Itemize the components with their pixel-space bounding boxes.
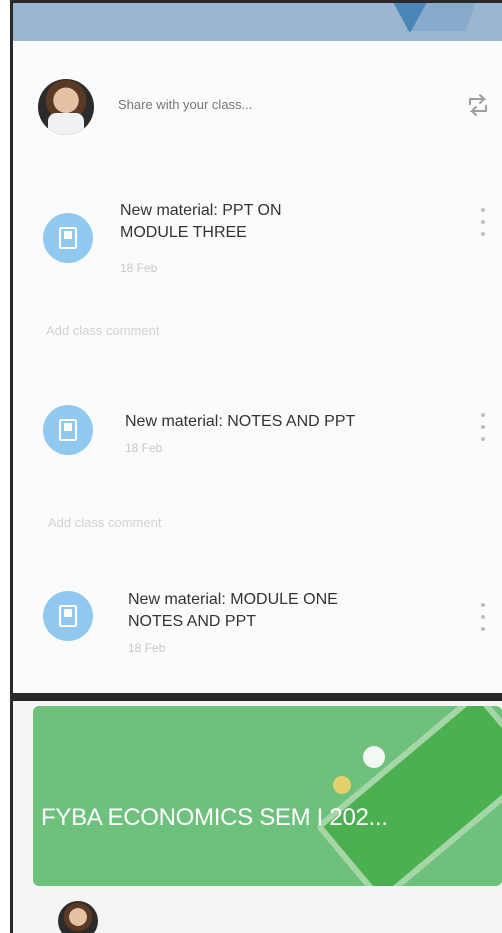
more-vert-icon[interactable] [480,603,486,631]
add-class-comment[interactable]: Add class comment [48,515,161,530]
material-doc-icon [43,591,93,641]
post-title-line: NOTES AND PPT [128,613,257,630]
post-title-line: New material: NOTES AND PPT [125,413,356,430]
user-avatar[interactable] [38,79,94,135]
screenshot-divider [13,693,502,701]
post-title: New material: PPT ON MODULE THREE [120,200,282,244]
class-header-banner [13,3,502,41]
share-row [13,73,502,153]
material-doc-icon [43,405,93,455]
class-card-title: FYBA ECONOMICS SEM I 202... [41,804,388,831]
share-input[interactable] [118,97,368,112]
more-vert-icon[interactable] [480,413,486,441]
post-date: 18 Feb [128,641,166,655]
class-stream-panel: New material: PPT ON MODULE THREE 18 Feb… [13,3,502,693]
post-date: 18 Feb [120,261,158,275]
coin-illustration [363,746,385,768]
class-list-panel: FYBA ECONOMICS SEM I 202... [13,701,502,933]
class-card[interactable]: FYBA ECONOMICS SEM I 202... [33,706,502,886]
material-doc-icon [43,213,93,263]
banner-decoration [388,3,432,33]
user-avatar[interactable] [58,901,98,933]
stream-post[interactable]: New material: NOTES AND PPT 18 Feb [13,398,502,478]
coin-illustration [333,776,351,794]
post-title-line: New material: PPT ON [120,202,282,219]
stream-post[interactable]: New material: MODULE ONE NOTES AND PPT 1… [13,583,502,683]
post-title: New material: MODULE ONE NOTES AND PPT [128,589,338,633]
post-title-line: MODULE THREE [120,224,247,241]
money-illustration [315,706,502,886]
more-vert-icon[interactable] [480,208,486,236]
post-title: New material: NOTES AND PPT [125,411,355,433]
stream-post[interactable]: New material: PPT ON MODULE THREE 18 Feb [13,193,502,303]
post-date: 18 Feb [125,441,163,455]
post-title-line: New material: MODULE ONE [128,591,338,608]
repost-icon[interactable] [464,85,492,125]
add-class-comment[interactable]: Add class comment [46,323,159,338]
